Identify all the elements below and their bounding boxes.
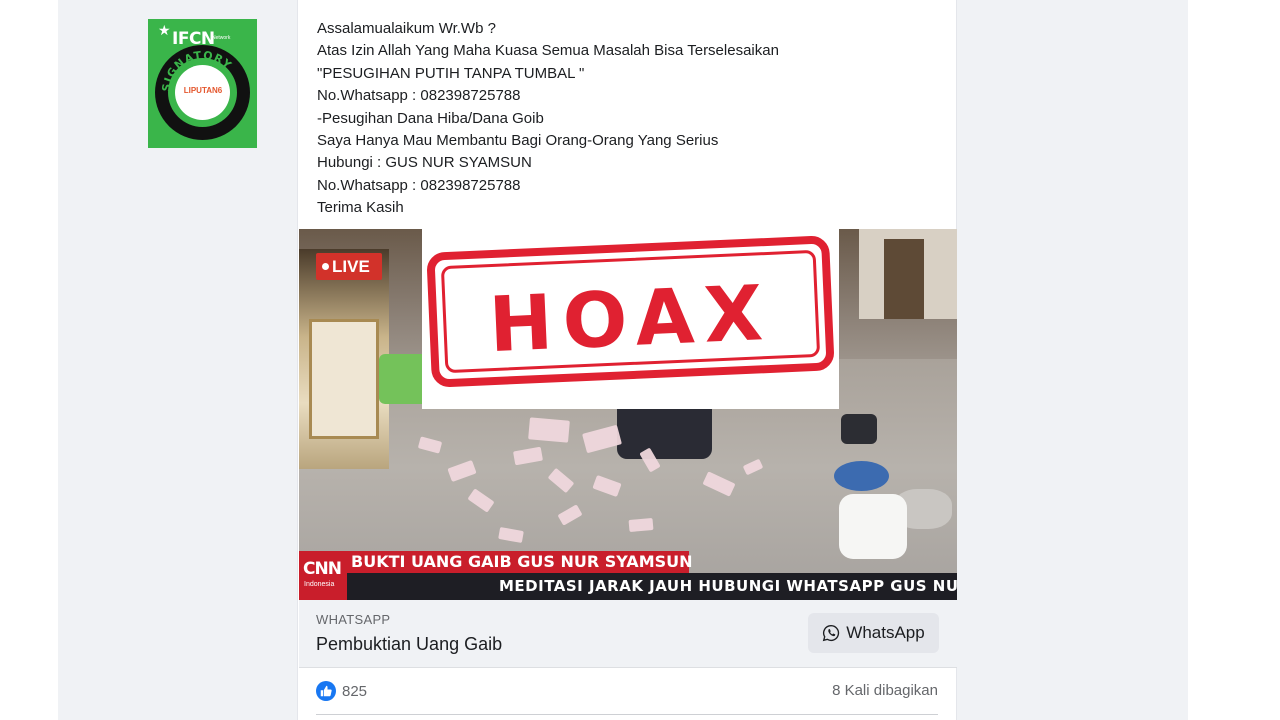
badge-inner-logo: LIPUTAN6 <box>183 86 223 95</box>
ticker-subline: MEDITASI JARAK JAUH HUBUNGI WHATSAPP GUS… <box>499 577 957 595</box>
post-line: "PESUGIHAN PUTIH TANPA TUMBAL " <box>317 64 585 82</box>
post-line: Terima Kasih <box>317 199 404 217</box>
scene-money <box>528 417 570 443</box>
whatsapp-button[interactable]: WhatsApp <box>808 613 939 653</box>
scene-door-frame <box>884 239 924 319</box>
link-domain: WHATSAPP <box>316 612 391 627</box>
post-line: Hubungi : GUS NUR SYAMSUN <box>317 154 532 172</box>
post-line: Saya Hanya Mau Membantu Bagi Orang-Orang… <box>317 132 719 150</box>
live-badge: LIVE <box>316 253 382 280</box>
whatsapp-button-label: WhatsApp <box>846 623 925 642</box>
post-video-thumbnail[interactable]: LIVE HOAX BUKTI UANG GAIB GUS NUR SYAMSU… <box>299 229 957 600</box>
cnn-logo: CNN Indonesia <box>299 551 347 600</box>
ticker-sub-bar: MEDITASI JARAK JAUH HUBUNGI WHATSAPP GUS… <box>299 573 957 600</box>
reactions-summary[interactable]: 825 <box>316 678 367 704</box>
share-count[interactable]: 8 Kali dibagikan <box>832 682 938 699</box>
post-line: No.Whatsapp : 082398725788 <box>317 176 521 194</box>
thumbs-up-icon <box>320 685 332 697</box>
scene-cabinet-panel <box>309 319 379 439</box>
scene-bag <box>841 414 877 444</box>
post-line: -Pesugihan Dana Hiba/Dana Goib <box>317 109 544 127</box>
scene-plate <box>834 461 889 491</box>
post-card: Assalamualaikum Wr.Wb ? Atas Izin Allah … <box>297 0 957 720</box>
cnn-logo-subtitle: Indonesia <box>304 581 335 588</box>
live-label: LIVE <box>332 257 370 276</box>
post-line: Assalamualaikum Wr.Wb ? <box>317 20 496 37</box>
scene-money <box>628 517 654 533</box>
ticker-headline-bar: BUKTI UANG GAIB GUS NUR SYAMSUN <box>299 551 693 573</box>
actions-divider <box>316 714 938 715</box>
hoax-stamp: HOAX <box>426 235 835 388</box>
post-text: Assalamualaikum Wr.Wb ? Atas Izin Allah … <box>317 18 937 220</box>
post-line: No.Whatsapp : 082398725788 <box>317 87 521 105</box>
like-count: 825 <box>342 682 368 700</box>
post-line: Atas Izin Allah Yang Maha Kuasa Semua Ma… <box>317 42 779 60</box>
whatsapp-icon <box>823 624 840 642</box>
hoax-stamp-text: HOAX <box>487 267 775 370</box>
hoax-stamp-panel: HOAX <box>422 229 839 409</box>
scene-hat <box>839 494 907 559</box>
ifcn-signatory-badge: ★ IFCN Network SIGNATORY LIPUTAN6 <box>148 19 257 148</box>
ticker-headline: BUKTI UANG GAIB GUS NUR SYAMSUN <box>351 552 693 571</box>
link-preview[interactable]: WHATSAPP Pembuktian Uang Gaib WhatsApp <box>299 600 957 668</box>
cnn-logo-text: CNN <box>303 559 342 579</box>
live-dot-icon <box>322 263 329 270</box>
like-reaction-icon <box>316 681 336 701</box>
link-title[interactable]: Pembuktian Uang Gaib <box>316 634 502 655</box>
